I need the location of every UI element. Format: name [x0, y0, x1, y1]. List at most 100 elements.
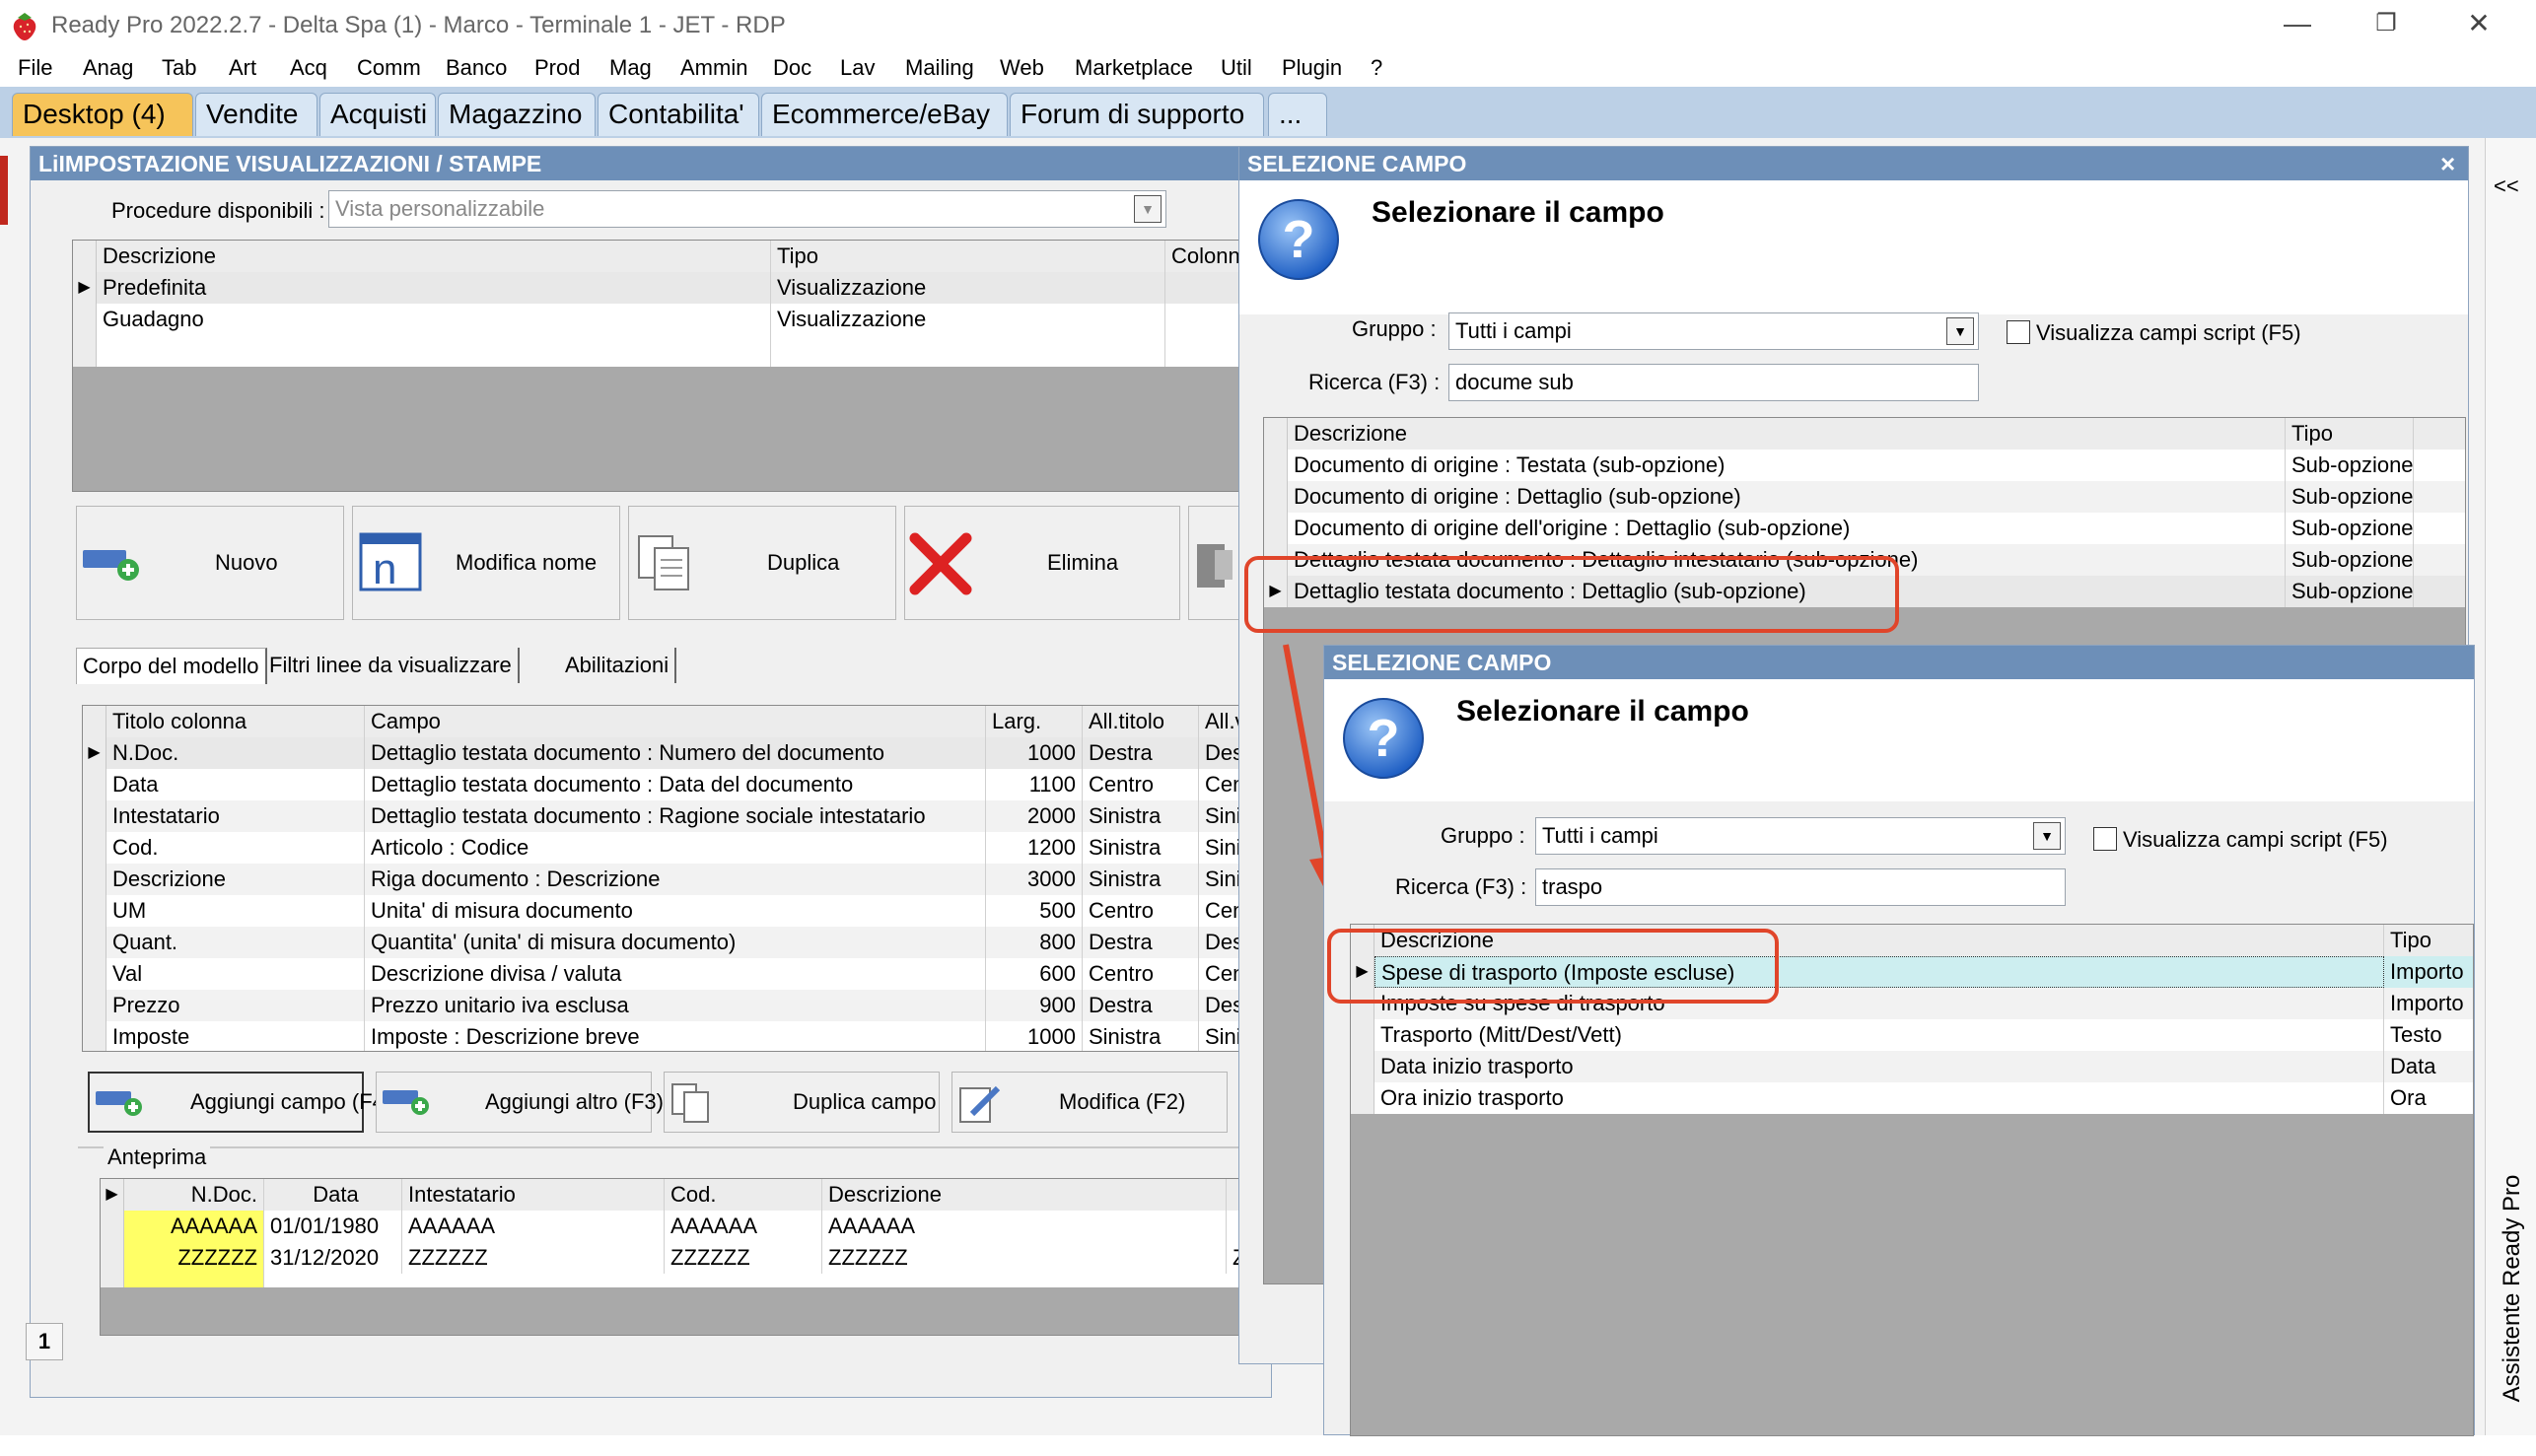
col-descrizione[interactable]: Descrizione — [1288, 418, 2286, 450]
table-row[interactable]: ZZZZZZ 31/12/2020 ZZZZZZ ZZZZZZ ZZZZZZ Z… — [101, 1242, 1272, 1274]
col-cod: Cod. — [665, 1179, 822, 1211]
modifica-label: Modifica (F2) — [1059, 1089, 1186, 1114]
cell-descrizione: Documento di origine : Testata (sub-opzi… — [1288, 450, 2286, 481]
tab-contabilita[interactable]: Contabilita' — [598, 93, 759, 136]
dialog1-close-button[interactable]: × — [2440, 149, 2455, 179]
cell-titolo: Intestatario — [106, 800, 365, 832]
dialog2-script-checkbox[interactable] — [2093, 827, 2117, 851]
modifica-button[interactable]: Modifica (F2) — [951, 1072, 1228, 1133]
table-row[interactable]: ▶ Predefinita Visualizzazione — [73, 272, 1274, 304]
cell-titolo: Val — [106, 958, 365, 990]
menu-mailing[interactable]: Mailing — [905, 55, 974, 81]
nuovo-button[interactable]: Nuovo — [76, 506, 344, 620]
cell-larg: 600 — [986, 958, 1083, 990]
table-row[interactable]: Guadagno Visualizzazione — [73, 304, 1274, 335]
col-tipo[interactable]: Tipo — [2384, 925, 2473, 956]
table-row[interactable]: AAAAAA 01/01/1980 AAAAAA AAAAAA AAAAAA — [101, 1211, 1272, 1242]
dialog1-gruppo-select[interactable]: Tutti i campi ▼ — [1448, 312, 1979, 350]
table-row[interactable]: Documento di origine : Dettaglio (sub-op… — [1264, 481, 2465, 513]
tab-magazzino[interactable]: Magazzino — [438, 93, 596, 136]
col-titolo-colonna[interactable]: Titolo colonna — [106, 706, 365, 737]
cell-campo: Articolo : Codice — [365, 832, 986, 864]
tab-forum[interactable]: Forum di supporto — [1010, 93, 1264, 136]
dialog1-gruppo-label: Gruppo : — [1352, 316, 1437, 341]
aggiungi-altro-button[interactable]: Aggiungi altro (F3) — [376, 1072, 664, 1133]
menu-acq[interactable]: Acq — [290, 55, 327, 81]
preview-label: Anteprima — [104, 1144, 211, 1170]
cell-tipo: Data — [2384, 1051, 2473, 1082]
col-tipo[interactable]: Tipo — [771, 241, 1165, 272]
tab-vendite[interactable]: Vendite — [195, 93, 317, 136]
minimize-button[interactable]: — — [2268, 6, 2327, 41]
table-row[interactable]: Trasporto (Mitt/Dest/Vett) Testo — [1351, 1019, 2473, 1051]
menu-art[interactable]: Art — [229, 55, 256, 81]
table-row[interactable]: ▶ N.Doc. Dettaglio testata documento : N… — [83, 737, 1274, 769]
tab-abilitazioni[interactable]: Abilitazioni — [559, 648, 677, 683]
tab-more[interactable]: ... — [1268, 93, 1327, 136]
table-row[interactable]: Ora inizio trasporto Ora — [1351, 1082, 2473, 1114]
col-descrizione[interactable]: Descrizione — [97, 241, 771, 272]
cell-all-titolo: Sinistra — [1083, 800, 1199, 832]
table-row[interactable]: UM Unita' di misura documento 500 Centro… — [83, 895, 1274, 927]
menu-prod[interactable]: Prod — [534, 55, 580, 81]
duplicate-icon — [638, 535, 689, 590]
col-tipo[interactable]: Tipo — [2286, 418, 2414, 450]
table-row[interactable]: Quant. Quantita' (unita' di misura docum… — [83, 927, 1274, 958]
table-row[interactable]: Prezzo Prezzo unitario iva esclusa 900 D… — [83, 990, 1274, 1021]
menu-banco[interactable]: Banco — [446, 55, 507, 81]
cell-all-titolo: Centro — [1083, 769, 1199, 800]
assistant-panel-tab[interactable]: Assistente Ready Pro — [2499, 1121, 2532, 1456]
col-campo[interactable]: Campo — [365, 706, 986, 737]
page-indicator[interactable]: 1 — [26, 1323, 63, 1360]
chevron-down-icon[interactable]: ▼ — [2033, 822, 2061, 850]
close-window-button[interactable]: ✕ — [2449, 6, 2508, 41]
table-row[interactable]: Descrizione Riga documento : Descrizione… — [83, 864, 1274, 895]
col-all-titolo[interactable]: All.titolo — [1083, 706, 1199, 737]
grid-header: Titolo colonna Campo Larg. All.titolo Al… — [83, 706, 1274, 737]
chevron-down-icon[interactable]: ▼ — [1946, 317, 1974, 345]
dialog2-search-input[interactable]: traspo — [1535, 868, 2066, 906]
menu-help[interactable]: ? — [1371, 55, 1382, 81]
menu-comm[interactable]: Comm — [357, 55, 421, 81]
tab-desktop[interactable]: Desktop (4) — [12, 93, 193, 136]
elimina-button[interactable]: Elimina — [904, 506, 1180, 620]
dialog2-gruppo-select[interactable]: Tutti i campi ▼ — [1535, 817, 2066, 855]
sidebar-collapse-button[interactable]: << — [2494, 173, 2519, 199]
duplica-campo-button[interactable]: Duplica campo — [664, 1072, 940, 1133]
table-row[interactable]: Val Descrizione divisa / valuta 600 Cent… — [83, 958, 1274, 990]
table-row[interactable]: Intestatario Dettaglio testata documento… — [83, 800, 1274, 832]
dialog1-script-checkbox[interactable] — [2007, 320, 2030, 344]
menu-tab[interactable]: Tab — [162, 55, 196, 81]
tab-filtri-linee[interactable]: Filtri linee da visualizzare — [263, 648, 520, 683]
table-row[interactable]: Cod. Articolo : Codice 1200 Sinistra Sin… — [83, 832, 1274, 864]
menu-util[interactable]: Util — [1221, 55, 1252, 81]
tab-ecommerce[interactable]: Ecommerce/eBay — [761, 93, 1008, 136]
menu-marketplace[interactable]: Marketplace — [1075, 55, 1193, 81]
menu-plugin[interactable]: Plugin — [1282, 55, 1342, 81]
cell-campo: Dettaglio testata documento : Numero del… — [365, 737, 986, 769]
procedure-select[interactable]: Vista personalizzabile ▼ — [328, 190, 1166, 228]
menu-mag[interactable]: Mag — [609, 55, 652, 81]
add-field-icon — [83, 550, 139, 581]
tab-acquisti[interactable]: Acquisti — [319, 93, 436, 136]
duplica-button[interactable]: Duplica — [628, 506, 896, 620]
dialog1-search-input[interactable]: docume sub — [1448, 364, 1979, 401]
menu-web[interactable]: Web — [1000, 55, 1044, 81]
main-settings-window: LiIMPOSTAZIONE VISUALIZZAZIONI / STAMPE … — [30, 146, 1275, 1398]
menu-ammin[interactable]: Ammin — [680, 55, 747, 81]
menu-anag[interactable]: Anag — [83, 55, 133, 81]
aggiungi-campo-button[interactable]: Aggiungi campo (F4) — [88, 1072, 391, 1133]
menu-lav[interactable]: Lav — [840, 55, 875, 81]
restore-button[interactable]: ❐ — [2357, 6, 2416, 41]
col-larg[interactable]: Larg. — [986, 706, 1083, 737]
table-row[interactable]: Data Dettaglio testata documento : Data … — [83, 769, 1274, 800]
table-row[interactable]: Documento di origine : Testata (sub-opzi… — [1264, 450, 2465, 481]
table-row[interactable]: Data inizio trasporto Data — [1351, 1051, 2473, 1082]
chevron-down-icon[interactable]: ▼ — [1134, 195, 1162, 223]
menu-doc[interactable]: Doc — [773, 55, 811, 81]
menu-file[interactable]: File — [18, 55, 52, 81]
modifica-nome-button[interactable]: n Modifica nome — [352, 506, 620, 620]
table-row[interactable]: Imposte Imposte : Descrizione breve 1000… — [83, 1021, 1274, 1051]
tab-corpo-modello[interactable]: Corpo del modello — [76, 648, 267, 684]
table-row[interactable]: Documento di origine dell'origine : Dett… — [1264, 513, 2465, 544]
